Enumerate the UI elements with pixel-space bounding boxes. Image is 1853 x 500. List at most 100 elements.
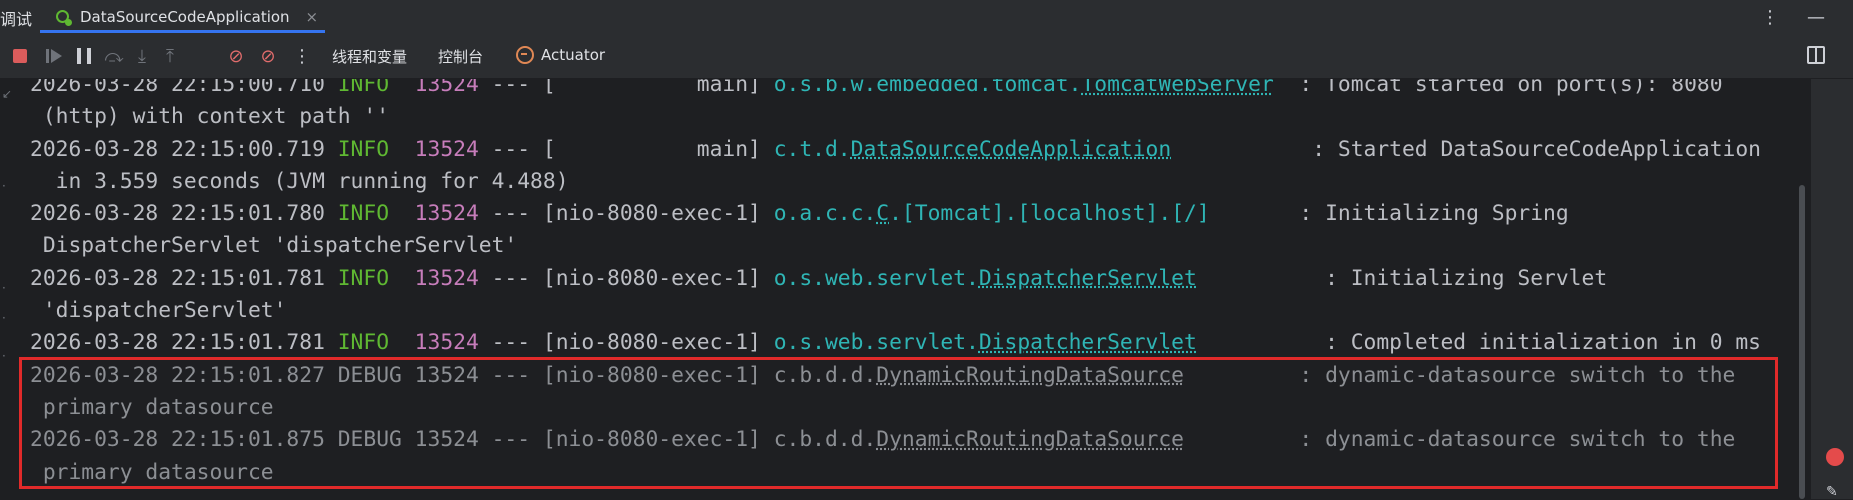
tab-title: DataSourceCodeApplication [80, 8, 290, 26]
logger-prefix: c.b.d.d. [773, 362, 877, 388]
log-logger: o.s.b.w.embedded.tomcat.TomcatWebServer [774, 79, 1274, 97]
console-line: 2026-03-28 22:15:01.875 DEBUG 13524 --- … [30, 424, 1761, 456]
step-over-button[interactable]: ⤼ [102, 44, 126, 68]
tab-datasourcecodeapplication[interactable]: DataSourceCodeApplication × [40, 0, 325, 34]
step-over-icon: ⤼ [104, 45, 124, 67]
console-line: 2026-03-28 22:15:01.780 INFO 13524 --- [… [30, 198, 1761, 230]
log-separator: --- [ [478, 79, 556, 97]
feather-icon[interactable]: ✎ [1826, 484, 1844, 500]
gutter-marker-icon: · [2, 179, 6, 193]
tool-window-tabbar: 调试 DataSourceCodeApplication × ⋮ — [0, 0, 1853, 35]
log-timestamp: 2026-03-28 22:15:01.827 [30, 362, 325, 388]
more-options-icon[interactable]: ⋮ [1761, 7, 1779, 28]
log-message: : Completed initialization in 0 ms [1325, 330, 1762, 356]
log-continuation: in 3.559 seconds (JVM running for 4.488) [30, 168, 569, 194]
tab-actuator[interactable]: Actuator [541, 46, 605, 64]
log-level: INFO [337, 265, 402, 291]
log-level: INFO [337, 201, 402, 227]
log-continuation: DispatcherServlet 'dispatcherServlet' [30, 233, 518, 259]
right-tool-strip [1810, 79, 1853, 499]
minimize-icon[interactable]: — [1807, 7, 1825, 28]
step-into-icon: ⤓ [138, 45, 146, 67]
console-line: 2026-03-28 22:15:00.710 INFO 13524 --- [… [30, 79, 1761, 101]
close-icon[interactable]: × [306, 8, 319, 26]
actuator-icon [516, 46, 534, 64]
log-thread: main] [555, 136, 774, 162]
gutter-arrow-icon: ↙ [2, 87, 13, 101]
log-timestamp: 2026-03-28 22:15:00.719 [30, 136, 325, 162]
mute-breakpoints-button[interactable]: ⊘ [256, 44, 280, 68]
active-tab-indicator [40, 30, 325, 33]
console-line: 2026-03-28 22:15:01.781 INFO 13524 --- [… [30, 263, 1761, 295]
logger-prefix: o.s.b.w.embedded.tomcat. [773, 79, 1082, 97]
logger-prefix: c.b.d.d. [773, 427, 877, 453]
console-line: 2026-03-28 22:15:00.719 INFO 13524 --- [… [30, 134, 1761, 166]
log-pid: 13524 [414, 265, 479, 291]
debug-tool-label[interactable]: 调试 [0, 6, 32, 30]
gutter-marker-icon: · [2, 349, 6, 363]
logger-class-link[interactable]: DispatcherServlet [979, 330, 1197, 355]
log-timestamp: 2026-03-28 22:15:01.781 [30, 265, 325, 291]
console-line: in 3.559 seconds (JVM running for 4.488) [30, 166, 1761, 198]
tabbar-actions: ⋮ — [1761, 0, 1853, 34]
view-breakpoints-button[interactable]: ⊘ [224, 44, 248, 68]
log-pid: 13524 [414, 136, 479, 162]
logger-prefix: c.t.d. [773, 136, 851, 162]
logger-class-link[interactable]: TomcatWebServer [1081, 79, 1273, 97]
log-padding [1171, 137, 1312, 162]
log-continuation: (http) with context path '' [30, 104, 390, 130]
log-separator: --- [ [478, 330, 556, 356]
log-logger: o.s.web.servlet.DispatcherServlet [774, 266, 1197, 291]
step-out-button[interactable]: ⤒ [158, 44, 182, 68]
debug-toolbar: ⤼ ⤓ ⤒ ⊘ ⊘ ⋮ 线程和变量 控制台 Actuator [0, 34, 1853, 79]
resume-button[interactable] [42, 44, 66, 68]
logger-class-link[interactable]: C [876, 201, 889, 226]
log-thread: nio-8080-exec-1] [555, 427, 774, 453]
logger-class-link[interactable]: DispatcherServlet [979, 266, 1197, 291]
log-thread: nio-8080-exec-1] [555, 362, 774, 388]
log-message: : Tomcat started on port(s): 8080 [1299, 79, 1723, 97]
logger-class-link[interactable]: DataSourceCodeApplication [851, 137, 1172, 162]
log-message: : Started DataSourceCodeApplication [1312, 136, 1761, 162]
log-pid: 13524 [414, 427, 479, 453]
more-actions-button[interactable]: ⋮ [290, 44, 314, 68]
log-level: INFO [337, 79, 402, 97]
log-separator: --- [ [478, 362, 556, 388]
console-output[interactable]: 2026-03-28 22:15:00.710 INFO 13524 --- [… [18, 79, 1808, 499]
step-into-button[interactable]: ⤓ [130, 44, 154, 68]
breakpoints-icon: ⊘ [228, 45, 244, 67]
tab-threads-variables[interactable]: 线程和变量 [332, 46, 407, 67]
more-options-icon: ⋮ [293, 45, 311, 67]
ai-assistant-icon[interactable] [1826, 448, 1844, 466]
log-message: : dynamic-datasource switch to the [1299, 427, 1736, 453]
console-text: 2026-03-28 22:15:00.710 INFO 13524 --- [… [30, 79, 1761, 489]
log-pid: 13524 [414, 362, 479, 388]
log-timestamp: 2026-03-28 22:15:01.780 [30, 201, 325, 227]
scrollbar-thumb[interactable] [1799, 185, 1805, 499]
spring-run-icon [54, 8, 72, 26]
log-level: INFO [337, 330, 402, 356]
console-line: (http) with context path '' [30, 101, 1761, 133]
log-padding [1184, 363, 1299, 388]
logger-class-link[interactable]: DynamicRoutingDataSource [876, 363, 1184, 388]
log-logger: c.b.d.d.DynamicRoutingDataSource [774, 427, 1184, 452]
log-logger: c.t.d.DataSourceCodeApplication [774, 137, 1171, 162]
pause-button[interactable] [72, 44, 96, 68]
resume-icon [46, 48, 62, 64]
log-logger: o.a.c.c.C.[Tomcat].[localhost].[/] [774, 201, 1210, 226]
console-line: 2026-03-28 22:15:01.781 INFO 13524 --- [… [30, 327, 1761, 359]
console-line: primary datasource [30, 457, 1761, 489]
console-line: 2026-03-28 22:15:01.827 DEBUG 13524 --- … [30, 360, 1761, 392]
logger-suffix: .[Tomcat].[localhost].[/] [889, 201, 1210, 227]
tab-console[interactable]: 控制台 [438, 46, 483, 67]
logger-class-link[interactable]: DynamicRoutingDataSource [876, 427, 1184, 452]
log-padding [1197, 330, 1325, 355]
log-logger: c.b.d.d.DynamicRoutingDataSource [774, 363, 1184, 388]
stop-button[interactable] [8, 44, 32, 68]
log-continuation: 'dispatcherServlet' [30, 298, 287, 324]
console-line: primary datasource [30, 392, 1761, 424]
log-continuation: primary datasource [30, 394, 274, 420]
layout-icon[interactable] [1807, 46, 1825, 64]
log-continuation: primary datasource [30, 459, 274, 485]
logger-prefix: o.s.web.servlet. [773, 330, 979, 356]
